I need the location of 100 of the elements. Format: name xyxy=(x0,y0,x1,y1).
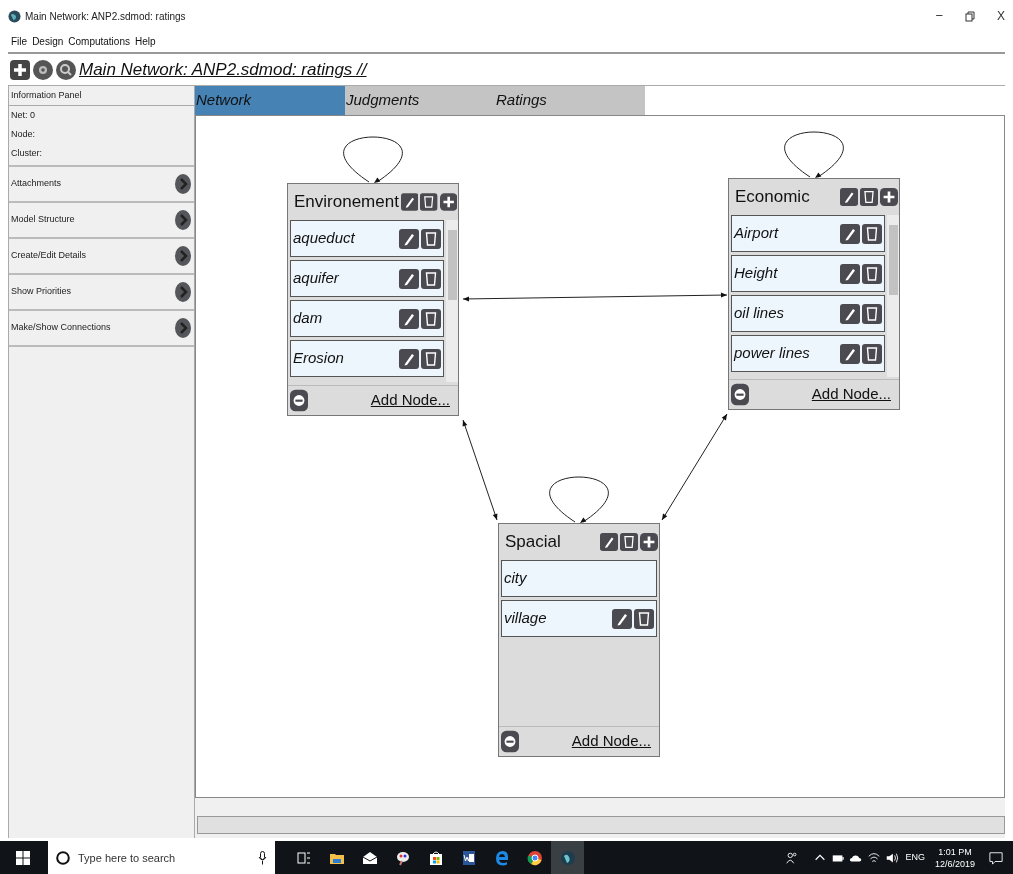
edit-button[interactable] xyxy=(399,346,419,371)
speaker-icon[interactable] xyxy=(885,851,900,865)
people-icon[interactable] xyxy=(785,851,800,865)
scrollbar[interactable] xyxy=(887,215,899,377)
clock-date[interactable]: 12/6/2019 xyxy=(934,858,975,870)
info-text: Cluster: xyxy=(11,146,42,160)
node-label: aquifer xyxy=(293,268,340,289)
info-text: Net: 0 xyxy=(11,108,35,122)
node-item[interactable]: power lines xyxy=(731,335,885,372)
chevron-icon xyxy=(175,210,191,230)
globe-icon xyxy=(8,9,21,23)
tab[interactable]: Network xyxy=(195,86,345,115)
window-title: Main Network: ANP2.sdmod: ratings xyxy=(25,9,186,24)
add-button[interactable] xyxy=(10,59,30,80)
tab[interactable]: Judgments xyxy=(345,86,495,115)
menu-item[interactable]: Design xyxy=(32,33,64,49)
node-label: Airport xyxy=(734,223,780,244)
edit-button[interactable] xyxy=(399,226,419,251)
close-button[interactable]: X xyxy=(997,7,1005,25)
node-item[interactable]: village xyxy=(501,600,657,637)
search-field[interactable]: Type here to search xyxy=(48,841,275,874)
edit-button[interactable] xyxy=(612,606,632,631)
windows-icon[interactable] xyxy=(16,851,30,865)
clock-time[interactable]: 1:01 PM xyxy=(938,846,972,858)
delete-button[interactable] xyxy=(634,606,654,631)
remove-button[interactable] xyxy=(731,383,749,406)
chevron-icon xyxy=(175,174,191,194)
node-label: aqueduct xyxy=(293,228,356,249)
edit-button[interactable] xyxy=(399,266,419,291)
edit-button[interactable] xyxy=(840,187,858,207)
globe-icon[interactable] xyxy=(559,850,576,866)
horizontal-scrollbar[interactable] xyxy=(197,816,1005,834)
node-item[interactable]: Airport xyxy=(731,215,885,252)
menu-item[interactable]: Computations xyxy=(68,33,130,49)
node-item[interactable]: aquifer xyxy=(290,260,444,297)
add-node-link[interactable]: Add Node... xyxy=(370,389,450,412)
self-loop-arrow xyxy=(549,476,609,523)
eye-button[interactable] xyxy=(33,59,53,80)
node-item[interactable]: city xyxy=(501,560,657,597)
add-button[interactable] xyxy=(439,192,457,212)
microphone-icon[interactable] xyxy=(258,851,267,865)
edit-button[interactable] xyxy=(840,221,860,246)
notification-icon[interactable] xyxy=(989,851,1003,865)
cluster-title: Economic xyxy=(735,186,811,209)
cluster-panel[interactable]: Economic Airport Height oil lines power lines Add Node... xyxy=(728,178,900,410)
add-node-link[interactable]: Add Node... xyxy=(571,730,651,753)
delete-button[interactable] xyxy=(862,221,882,246)
delete-button[interactable] xyxy=(421,346,441,371)
menu-item[interactable]: Help xyxy=(134,33,156,49)
store-icon[interactable] xyxy=(427,850,444,866)
add-button[interactable] xyxy=(880,187,898,207)
delete-button[interactable] xyxy=(421,266,441,291)
scrollbar[interactable] xyxy=(446,220,458,382)
cluster-title: Spacial xyxy=(505,531,562,554)
chevron-icon xyxy=(175,246,191,266)
node-label: village xyxy=(504,608,548,629)
language-indicator[interactable]: ENG xyxy=(905,851,925,865)
model-path-link[interactable]: Main Network: ANP2.sdmod: ratings // xyxy=(79,56,367,83)
node-label: Erosion xyxy=(293,348,345,369)
delete-button[interactable] xyxy=(860,187,878,207)
restore-button[interactable] xyxy=(965,10,975,22)
search-button[interactable] xyxy=(56,59,76,80)
delete-button[interactable] xyxy=(862,341,882,366)
browser-icon[interactable] xyxy=(493,850,510,866)
mail-icon[interactable] xyxy=(361,850,378,866)
edit-button[interactable] xyxy=(840,301,860,326)
node-label: Height xyxy=(734,263,779,284)
cluster-panel[interactable]: Environement aqueduct aquifer dam Erosion Add Node... xyxy=(287,183,459,416)
chevron-icon xyxy=(175,318,191,338)
node-item[interactable]: oil lines xyxy=(731,295,885,332)
edit-button[interactable] xyxy=(840,261,860,286)
delete-button[interactable] xyxy=(421,226,441,251)
chrome-icon[interactable] xyxy=(526,850,543,866)
menu-item[interactable]: File xyxy=(11,33,28,49)
wifi-icon[interactable] xyxy=(867,851,882,865)
delete-button[interactable] xyxy=(620,532,638,552)
tab[interactable]: Ratings xyxy=(495,86,645,115)
node-item[interactable]: aqueduct xyxy=(290,220,444,257)
cluster-panel[interactable]: Spacial city village Add Node... xyxy=(498,523,660,757)
delete-button[interactable] xyxy=(862,301,882,326)
delete-button[interactable] xyxy=(421,306,441,331)
paint-icon[interactable] xyxy=(394,850,411,866)
node-label: oil lines xyxy=(734,303,786,324)
delete-button[interactable] xyxy=(420,192,438,212)
delete-button[interactable] xyxy=(862,261,882,286)
add-node-link[interactable]: Add Node... xyxy=(811,383,891,406)
task-view-icon[interactable] xyxy=(295,850,312,866)
add-button[interactable] xyxy=(640,532,658,552)
edit-button[interactable] xyxy=(840,341,860,366)
node-item[interactable]: Erosion xyxy=(290,340,444,377)
remove-button[interactable] xyxy=(501,730,519,753)
edit-button[interactable] xyxy=(600,532,618,552)
node-item[interactable]: dam xyxy=(290,300,444,337)
edit-button[interactable] xyxy=(399,306,419,331)
minimize-button[interactable]: − xyxy=(935,6,943,26)
node-item[interactable]: Height xyxy=(731,255,885,292)
remove-button[interactable] xyxy=(290,389,308,412)
edit-button[interactable] xyxy=(400,192,419,212)
document-icon[interactable] xyxy=(460,850,477,866)
node-label: city xyxy=(504,568,528,589)
